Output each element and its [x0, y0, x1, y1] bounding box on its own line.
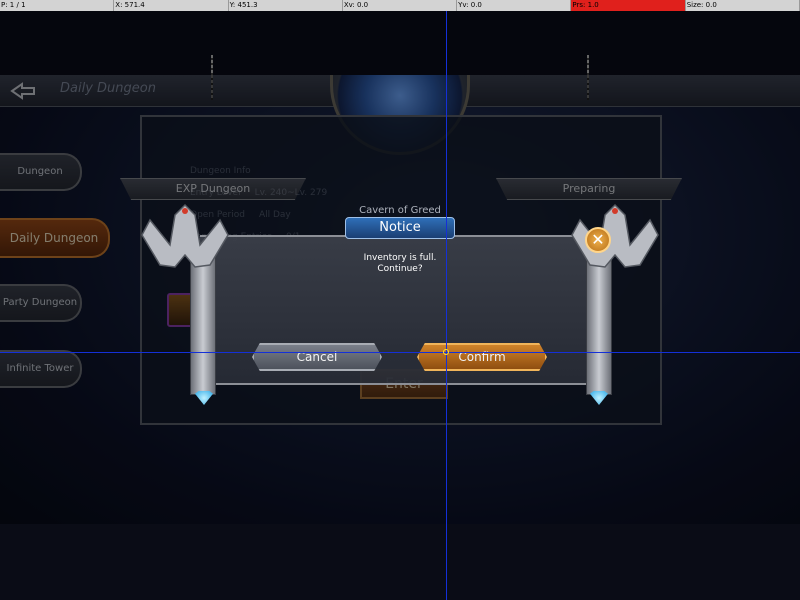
confirm-button[interactable]: Confirm [417, 343, 547, 371]
close-button[interactable]: ✕ [585, 227, 611, 253]
dialog-message: Inventory is full. Continue? [300, 253, 500, 275]
close-icon: ✕ [591, 230, 605, 249]
dialog-title: Notice [379, 220, 421, 235]
gem-icon [195, 391, 213, 405]
letterbox-bottom [0, 524, 800, 600]
dragon-statue-icon [571, 203, 659, 268]
crosshair-vertical [446, 0, 447, 600]
crosshair-horizontal [0, 352, 800, 353]
pointer-pressure: Prs: 1.0 [571, 0, 686, 11]
pointer-xv: Xv: 0.0 [343, 0, 458, 11]
game-screen: P: 1 / 1 X: 571.4 Y: 451.3 Xv: 0.0 Yv: 0… [0, 0, 800, 600]
pointer-location-bar: P: 1 / 1 X: 571.4 Y: 451.3 Xv: 0.0 Yv: 0… [0, 0, 800, 11]
touch-point-marker [443, 349, 449, 355]
pointer-size: Size: 0.0 [686, 0, 800, 11]
pointer-y: Y: 451.3 [229, 0, 343, 11]
letterbox-top [0, 11, 800, 75]
notice-dialog: Cavern of Greed Notice Inventory is full… [140, 195, 670, 415]
dragon-statue-icon [141, 203, 229, 268]
cancel-button[interactable]: Cancel [252, 343, 382, 371]
pointer-count: P: 1 / 1 [0, 0, 115, 11]
pointer-x: X: 571.4 [114, 0, 229, 11]
message-line: Continue? [377, 264, 423, 274]
gem-icon [590, 391, 608, 405]
pointer-yv: Yv: 0.0 [457, 0, 572, 11]
message-line: Inventory is full. [363, 253, 437, 263]
